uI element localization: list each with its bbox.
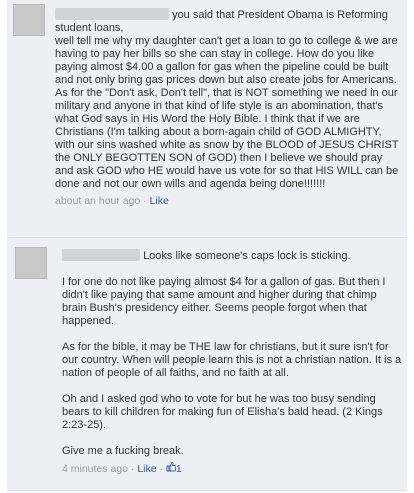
comment-timestamp[interactable]: 4 minutes ago: [62, 463, 128, 475]
thumbs-up-icon[interactable]: [166, 462, 177, 476]
comment-2: Looks like someone's caps lock is sticki…: [7, 237, 407, 491]
like-link[interactable]: Like: [137, 463, 156, 475]
comment-meta: about an hour ago · Like: [55, 195, 401, 208]
comment-paragraph: As for the bible, it may be THE law for …: [62, 341, 402, 379]
comment-text: well tell me why my daughter can't get a…: [55, 35, 399, 190]
commenter-name-redacted[interactable]: [62, 249, 140, 261]
like-count[interactable]: 1: [176, 463, 182, 475]
meta-separator: ·: [140, 195, 150, 207]
comment-meta: 4 minutes ago · Like · 1: [62, 462, 402, 476]
comment-paragraph: I for one do not like paying almost $4 f…: [62, 276, 386, 327]
meta-separator: ·: [156, 463, 166, 475]
comment-body: Looks like someone's caps lock is sticki…: [62, 249, 402, 476]
meta-separator: ·: [127, 463, 138, 475]
comment-body: you said that President Obama is Reformi…: [55, 8, 401, 208]
comment-paragraph: Oh and I asked god who to vote for but h…: [62, 393, 383, 431]
comment-lead-text: Looks like someone's caps lock is sticki…: [143, 250, 351, 262]
comment-first-line: you said that President Obama is Reformi…: [55, 8, 401, 35]
comment-paragraph: Give me a fucking break.: [62, 445, 184, 457]
like-link[interactable]: Like: [150, 195, 169, 207]
comment-first-line: Looks like someone's caps lock is sticki…: [62, 249, 402, 263]
comment-timestamp[interactable]: about an hour ago: [55, 195, 140, 207]
comment-1: you said that President Obama is Reformi…: [7, 0, 407, 236]
avatar[interactable]: [13, 4, 45, 36]
commenter-name-redacted[interactable]: [55, 8, 169, 20]
avatar[interactable]: [15, 247, 47, 279]
